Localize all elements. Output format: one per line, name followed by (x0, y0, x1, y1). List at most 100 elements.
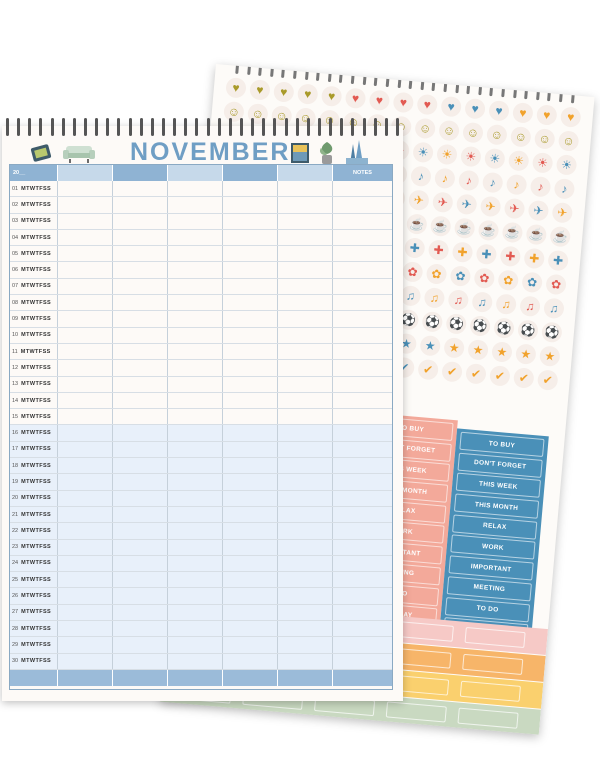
day-cell[interactable] (333, 377, 392, 392)
day-cell[interactable] (278, 555, 333, 572)
day-cell[interactable] (168, 539, 223, 555)
day-cell[interactable] (58, 246, 113, 262)
day-cell[interactable] (58, 490, 113, 506)
day-cell[interactable] (113, 506, 168, 523)
day-cell[interactable] (113, 604, 168, 621)
day-cell[interactable] (168, 181, 223, 197)
day-cell[interactable] (168, 343, 223, 360)
day-cell[interactable] (278, 360, 333, 376)
day-cell[interactable] (223, 181, 278, 197)
day-cell[interactable] (223, 311, 278, 327)
day-cell[interactable] (168, 653, 223, 669)
day-cell[interactable] (333, 409, 392, 424)
day-cell[interactable] (223, 572, 278, 588)
day-cell[interactable] (58, 425, 113, 441)
day-cell[interactable] (113, 327, 168, 343)
day-cell[interactable] (168, 490, 223, 506)
day-cell[interactable] (58, 409, 113, 425)
day-cell[interactable] (333, 540, 392, 555)
day-cell[interactable] (223, 392, 278, 409)
day-cell[interactable] (278, 295, 333, 311)
day-cell[interactable] (223, 295, 278, 311)
day-cell[interactable] (278, 653, 333, 669)
day-cell[interactable] (278, 376, 333, 392)
day-cell[interactable] (58, 523, 113, 539)
day-cell[interactable] (113, 588, 168, 604)
day-cell[interactable] (223, 653, 278, 669)
day-cell[interactable] (58, 637, 113, 653)
day-cell[interactable] (58, 392, 113, 409)
day-cell[interactable] (223, 637, 278, 653)
day-cell[interactable] (223, 360, 278, 376)
day-cell[interactable] (113, 295, 168, 311)
day-cell[interactable] (113, 246, 168, 262)
day-cell[interactable] (333, 458, 392, 473)
day-cell[interactable] (168, 474, 223, 490)
day-cell[interactable] (113, 572, 168, 588)
day-cell[interactable] (333, 328, 392, 343)
day-cell[interactable] (168, 311, 223, 327)
day-cell[interactable] (333, 507, 392, 522)
day-cell[interactable] (168, 392, 223, 409)
day-cell[interactable] (278, 604, 333, 621)
day-cell[interactable] (113, 458, 168, 474)
day-cell[interactable] (223, 555, 278, 572)
day-cell[interactable] (113, 637, 168, 653)
day-cell[interactable] (223, 490, 278, 506)
day-cell[interactable] (333, 295, 392, 310)
day-cell[interactable] (333, 588, 392, 603)
day-cell[interactable] (168, 376, 223, 392)
day-cell[interactable] (58, 474, 113, 490)
day-cell[interactable] (333, 279, 392, 294)
day-cell[interactable] (58, 213, 113, 229)
day-cell[interactable] (223, 604, 278, 621)
day-cell[interactable] (168, 262, 223, 278)
day-cell[interactable] (223, 506, 278, 523)
day-cell[interactable] (113, 311, 168, 327)
day-cell[interactable] (58, 295, 113, 311)
day-cell[interactable] (113, 392, 168, 409)
day-cell[interactable] (58, 588, 113, 604)
day-cell[interactable] (58, 181, 113, 197)
day-cell[interactable] (58, 360, 113, 376)
day-cell[interactable] (58, 229, 113, 246)
day-cell[interactable] (168, 246, 223, 262)
day-cell[interactable] (113, 555, 168, 572)
day-cell[interactable] (333, 621, 392, 636)
day-cell[interactable] (278, 327, 333, 343)
day-cell[interactable] (223, 441, 278, 458)
day-cell[interactable] (113, 360, 168, 376)
day-cell[interactable] (113, 229, 168, 246)
day-cell[interactable] (278, 474, 333, 490)
day-cell[interactable] (278, 621, 333, 637)
day-cell[interactable] (223, 539, 278, 555)
day-cell[interactable] (333, 637, 392, 652)
day-cell[interactable] (168, 295, 223, 311)
day-cell[interactable] (278, 506, 333, 523)
day-cell[interactable] (113, 523, 168, 539)
day-cell[interactable] (223, 278, 278, 295)
day-cell[interactable] (113, 376, 168, 392)
day-cell[interactable] (333, 230, 392, 245)
day-cell[interactable] (333, 393, 392, 408)
day-cell[interactable] (58, 604, 113, 621)
day-cell[interactable] (113, 539, 168, 555)
day-cell[interactable] (168, 637, 223, 653)
day-cell[interactable] (278, 213, 333, 229)
day-cell[interactable] (113, 197, 168, 213)
day-cell[interactable] (168, 327, 223, 343)
day-cell[interactable] (113, 621, 168, 637)
day-cell[interactable] (278, 181, 333, 197)
day-cell[interactable] (278, 262, 333, 278)
day-cell[interactable] (168, 425, 223, 441)
day-cell[interactable] (113, 213, 168, 229)
day-cell[interactable] (58, 653, 113, 669)
day-cell[interactable] (113, 278, 168, 295)
day-cell[interactable] (223, 262, 278, 278)
day-cell[interactable] (113, 409, 168, 425)
day-cell[interactable] (333, 360, 392, 375)
day-cell[interactable] (168, 441, 223, 458)
day-cell[interactable] (333, 556, 392, 571)
day-cell[interactable] (168, 523, 223, 539)
day-cell[interactable] (333, 523, 392, 538)
